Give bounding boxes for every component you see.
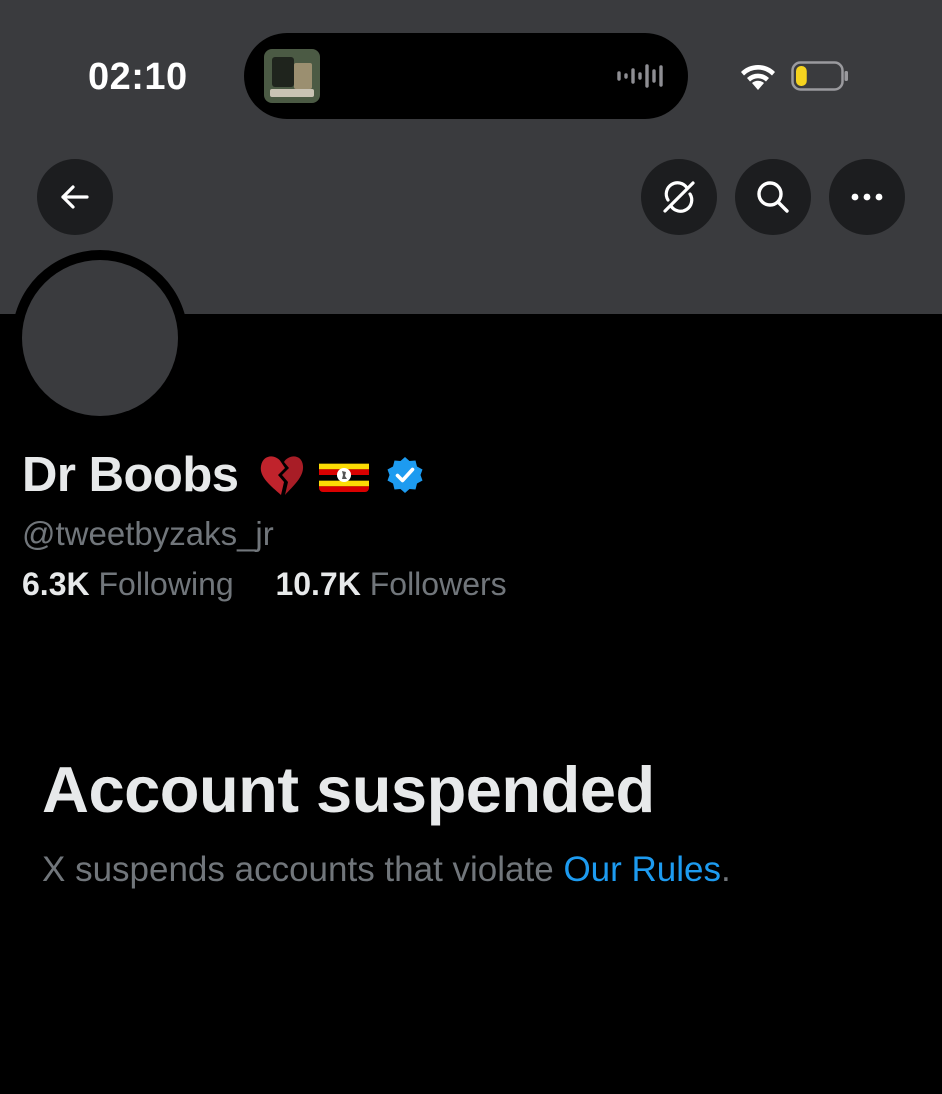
following-link[interactable]: 6.3K Following <box>22 566 243 602</box>
battery-low-icon <box>791 61 848 91</box>
wifi-icon <box>741 64 775 90</box>
more-options-button[interactable] <box>829 159 905 235</box>
suspension-title: Account suspended <box>42 753 655 826</box>
suspension-description: X suspends accounts that violate Our Rul… <box>42 850 731 890</box>
display-name: Dr Boobs <box>22 448 239 502</box>
back-button[interactable] <box>37 159 113 235</box>
more-icon <box>851 193 883 201</box>
following-count: 6.3K <box>22 566 90 602</box>
avatar-placeholder <box>22 260 178 416</box>
followers-label: Followers <box>369 566 507 602</box>
search-icon <box>757 181 789 213</box>
profile-handle: @tweetbyzaks_jr <box>22 515 274 552</box>
followers-count: 10.7K <box>275 566 361 602</box>
our-rules-link[interactable]: Our Rules <box>563 850 721 889</box>
now-playing-artwork[interactable] <box>264 49 320 103</box>
no-sync-icon <box>663 181 695 213</box>
audio-waveform-icon <box>617 64 663 88</box>
uganda-flag-emoji <box>318 458 369 492</box>
status-time: 02:10 <box>88 56 188 98</box>
profile-stats: 6.3K Following 10.7K Followers <box>22 566 507 603</box>
display-name-row: Dr Boobs <box>22 445 425 505</box>
suspension-description-period: . <box>721 850 731 889</box>
search-button[interactable] <box>735 159 811 235</box>
verified-badge-icon[interactable] <box>385 455 425 495</box>
arrow-left-icon <box>61 185 89 209</box>
broken-heart-emoji <box>260 456 303 495</box>
followers-link[interactable]: 10.7K Followers <box>267 566 507 602</box>
avatar[interactable] <box>12 250 188 426</box>
following-label: Following <box>98 566 234 602</box>
suspension-description-text: X suspends accounts that violate <box>42 850 564 889</box>
dynamic-island[interactable] <box>244 33 688 119</box>
no-sync-button[interactable] <box>641 159 717 235</box>
